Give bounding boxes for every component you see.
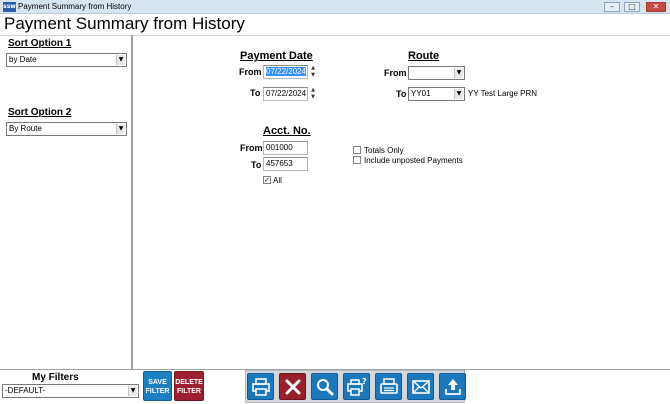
- acct-no-to-field[interactable]: 457653: [263, 157, 308, 171]
- acct-no-all-checkbox[interactable]: ✓: [263, 176, 271, 184]
- preview-icon: [317, 379, 334, 396]
- print-setup-button[interactable]: ?: [343, 373, 370, 400]
- page-title: Payment Summary from History: [4, 14, 245, 33]
- chevron-down-icon[interactable]: ▼: [454, 89, 463, 99]
- export-icon: [445, 379, 461, 395]
- route-to-value: YY01: [411, 89, 431, 98]
- close-button[interactable]: ✕: [646, 2, 666, 12]
- spin-down-icon[interactable]: ▼: [309, 72, 317, 79]
- totals-only-checkbox[interactable]: [353, 146, 361, 154]
- sort-option-1-select[interactable]: by Date ▼: [6, 53, 127, 67]
- include-unposted-checkbox[interactable]: [353, 156, 361, 164]
- route-from-label: From: [384, 68, 407, 78]
- acct-no-to-value: 457653: [266, 159, 293, 168]
- payment-date-from-value: 07/22/2024: [266, 67, 307, 76]
- acct-no-header: Acct. No.: [263, 125, 311, 137]
- delete-filter-label-line1: DELETE: [175, 379, 203, 386]
- sort-option-1-value: by Date: [9, 55, 37, 64]
- my-filters-value: -DEFAULT-: [5, 386, 46, 395]
- chevron-down-icon[interactable]: ▼: [128, 386, 137, 396]
- save-filter-button[interactable]: SAVE FILTER: [143, 371, 172, 401]
- print-setup-icon: ?: [347, 377, 367, 396]
- include-unposted-label: Include unposted Payments: [364, 156, 463, 165]
- payment-date-header: Payment Date: [240, 50, 313, 62]
- spin-up-icon[interactable]: ▲: [309, 87, 317, 94]
- acct-no-to-label: To: [251, 160, 262, 170]
- fax-button[interactable]: [375, 373, 402, 400]
- minimize-button[interactable]: –: [604, 2, 620, 12]
- window-title: Payment Summary from History: [18, 2, 132, 11]
- route-header: Route: [408, 50, 440, 62]
- svg-text:?: ?: [362, 377, 367, 386]
- cancel-button[interactable]: [279, 373, 306, 400]
- save-filter-label-line2: FILTER: [145, 388, 170, 395]
- print-icon: [252, 378, 270, 396]
- acct-no-all-label: All: [273, 176, 282, 185]
- payment-date-from-label: From: [239, 67, 262, 77]
- fax-icon: [380, 378, 398, 394]
- sort-option-1-label: Sort Option 1: [8, 38, 72, 49]
- save-filter-label-line1: SAVE: [148, 379, 167, 386]
- acct-no-from-label: From: [240, 143, 263, 153]
- payment-date-from-stepper[interactable]: ▲ ▼: [309, 65, 317, 79]
- payment-date-to-value: 07/22/2024: [266, 89, 307, 98]
- chevron-down-icon[interactable]: ▼: [116, 124, 125, 134]
- payment-date-to-stepper[interactable]: ▲ ▼: [309, 87, 317, 101]
- cancel-icon: [285, 379, 301, 395]
- route-to-label: To: [396, 89, 407, 99]
- acct-no-from-value: 001000: [266, 143, 293, 152]
- preview-button[interactable]: [311, 373, 338, 400]
- sort-option-2-label: Sort Option 2: [8, 107, 72, 118]
- app-icon: ssw: [3, 2, 16, 12]
- content-top-divider: [0, 35, 670, 36]
- my-filters-label: My Filters: [32, 372, 79, 383]
- delete-filter-label-line2: FILTER: [177, 388, 201, 395]
- spin-up-icon[interactable]: ▲: [309, 65, 317, 72]
- route-to-description: YY Test Large PRN: [468, 89, 538, 98]
- email-icon: [412, 380, 430, 394]
- route-to-select[interactable]: YY01 ▼: [408, 87, 465, 101]
- window-titlebar: ssw Payment Summary from History – □ ✕: [0, 0, 670, 14]
- totals-only-label: Totals Only: [364, 146, 404, 155]
- sort-option-2-select[interactable]: By Route ▼: [6, 122, 127, 136]
- export-button[interactable]: [439, 373, 466, 400]
- chevron-down-icon[interactable]: ▼: [454, 68, 463, 78]
- payment-date-to-field[interactable]: 07/22/2024: [263, 87, 308, 101]
- sort-option-2-value: By Route: [9, 124, 42, 133]
- chevron-down-icon[interactable]: ▼: [116, 55, 125, 65]
- payment-date-to-label: To: [250, 88, 261, 98]
- maximize-button[interactable]: □: [624, 2, 640, 12]
- payment-date-from-field[interactable]: 07/22/2024: [263, 65, 308, 79]
- left-panel-divider: [131, 35, 133, 370]
- route-from-select[interactable]: ▼: [408, 66, 465, 80]
- email-button[interactable]: [407, 373, 434, 400]
- print-button[interactable]: [247, 373, 274, 400]
- spin-down-icon[interactable]: ▼: [309, 94, 317, 101]
- my-filters-select[interactable]: -DEFAULT- ▼: [2, 384, 139, 398]
- delete-filter-button[interactable]: DELETE FILTER: [174, 371, 204, 401]
- acct-no-from-field[interactable]: 001000: [263, 141, 308, 155]
